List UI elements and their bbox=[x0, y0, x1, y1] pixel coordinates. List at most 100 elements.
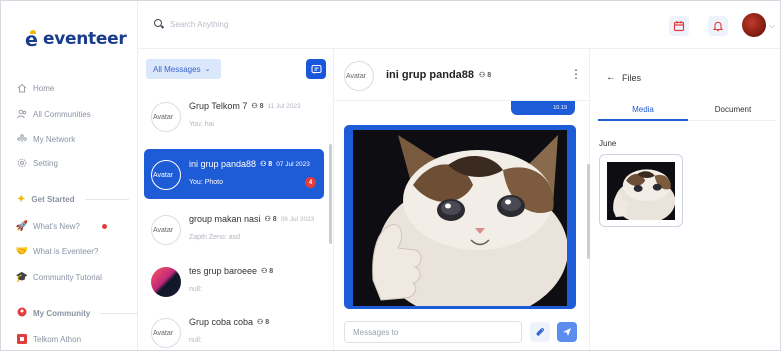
group-name: ini grup panda88 bbox=[386, 69, 475, 81]
chat-title: group makan nasi ⚇ 8 06 Jul 2023 bbox=[189, 214, 314, 224]
sparkle-icon: ✦ bbox=[17, 194, 26, 205]
notification-dot bbox=[101, 223, 107, 229]
chat-name: tes grup baroeee bbox=[189, 266, 258, 276]
search-input[interactable] bbox=[170, 19, 370, 29]
month-label: June bbox=[599, 139, 617, 148]
section-title: My Community bbox=[33, 308, 91, 318]
sidebar-item-community-tutorial[interactable]: 🎓 Community Tutorial bbox=[15, 271, 102, 283]
graduation-cap-icon: 🎓 bbox=[15, 271, 29, 283]
sidebar-item-telkom-athon[interactable]: Telkom Athon bbox=[17, 334, 81, 344]
message-time: 10.19 bbox=[553, 105, 567, 111]
last-message: null: bbox=[189, 286, 202, 293]
cat-photo[interactable] bbox=[353, 130, 567, 306]
chat-list-panel: All Messages ⌄ Avatar Grup Telkom 7 ⚇ 8 … bbox=[138, 49, 334, 350]
people-icon bbox=[17, 109, 27, 119]
sidebar-item-label: Community Tutorial bbox=[33, 272, 102, 282]
active-tab-indicator bbox=[598, 119, 688, 121]
sidebar-item-label: Telkom Athon bbox=[33, 334, 82, 344]
topbar: ⌵ bbox=[138, 1, 780, 49]
sidebar-item-setting[interactable]: Setting bbox=[17, 158, 58, 168]
scrollbar[interactable] bbox=[329, 144, 332, 244]
tab-media[interactable]: Media bbox=[598, 105, 688, 114]
avatar: Avatar bbox=[151, 102, 181, 132]
chat-name: group makan nasi bbox=[189, 214, 261, 224]
member-count: ⚇ 8 bbox=[251, 103, 264, 110]
send-button[interactable] bbox=[557, 322, 577, 342]
message-composer[interactable] bbox=[344, 321, 522, 343]
sidebar-item-what-is-eventeer[interactable]: 🤝 What is Eventeer? bbox=[15, 245, 99, 257]
sidebar-item-label: Setting bbox=[33, 158, 58, 168]
chat-name: Grup coba coba bbox=[189, 317, 254, 327]
get-started-section[interactable]: ✦ Get Started bbox=[17, 194, 129, 205]
gear-icon bbox=[17, 158, 27, 168]
message-bubble: 10.19 bbox=[511, 101, 575, 115]
rocket-icon: 🚀 bbox=[15, 220, 29, 232]
calendar-button[interactable] bbox=[669, 16, 689, 36]
chat-title: Grup Telkom 7 ⚇ 8 11 Jul 2023 bbox=[189, 101, 301, 111]
search-bar[interactable] bbox=[154, 19, 370, 29]
media-thumbnail[interactable] bbox=[599, 154, 683, 227]
sidebar-item-all-communities[interactable]: All Communities bbox=[17, 109, 91, 119]
chevron-down-icon: ⌄ bbox=[204, 66, 211, 73]
chat-title: tes grup baroeee ⚇ 8 bbox=[189, 266, 273, 276]
app-window: e eventeer Home All Communities My Netwo… bbox=[0, 0, 781, 351]
last-message: You: hai bbox=[189, 121, 215, 128]
handshake-icon: 🤝 bbox=[15, 245, 29, 257]
files-panel: ← Files Media Document June bbox=[590, 49, 780, 350]
user-avatar[interactable] bbox=[742, 13, 766, 37]
member-count: ⚇ 8 bbox=[479, 72, 492, 79]
conversation-header: Avatar ini grup panda88 ⚇ 8 ⋮ bbox=[334, 49, 590, 101]
chat-name: Grup Telkom 7 bbox=[189, 101, 248, 111]
member-count: ⚇ 8 bbox=[257, 319, 270, 326]
chat-date: 11 Jul 2023 bbox=[267, 102, 301, 110]
chat-title: Grup coba coba ⚇ 8 bbox=[189, 317, 269, 327]
bell-icon bbox=[712, 21, 724, 32]
photo-message[interactable] bbox=[344, 125, 576, 309]
divider bbox=[84, 199, 129, 200]
message-filter-dropdown[interactable]: All Messages ⌄ bbox=[146, 59, 221, 79]
chat-list-item-active[interactable]: Avatar ini grup panda88 ⚇ 8 07 Jul 2023 … bbox=[144, 149, 324, 199]
avatar[interactable]: Avatar bbox=[344, 61, 374, 91]
chevron-down-icon[interactable]: ⌵ bbox=[769, 21, 775, 31]
last-message: You: Photo bbox=[189, 179, 223, 186]
section-title: Get Started bbox=[31, 195, 75, 204]
notifications-button[interactable] bbox=[708, 16, 728, 36]
sidebar-item-home[interactable]: Home bbox=[17, 83, 54, 93]
sidebar-item-label: All Communities bbox=[33, 109, 91, 119]
avatar: Avatar bbox=[151, 215, 181, 245]
paperclip-icon bbox=[536, 328, 544, 336]
my-community-section[interactable]: My Community bbox=[17, 307, 145, 319]
message-input[interactable] bbox=[353, 327, 513, 337]
chat-name: ini grup panda88 bbox=[189, 159, 257, 169]
avatar: Avatar bbox=[151, 318, 181, 348]
filter-label: All Messages bbox=[153, 64, 201, 74]
last-message: null: bbox=[189, 337, 202, 344]
chat-list-item[interactable]: tes grup baroeee ⚇ 8 null: bbox=[144, 256, 324, 306]
chat-title: ini grup panda88 ⚇ 8 07 Jul 2023 bbox=[189, 159, 310, 169]
chat-list-item[interactable]: Avatar Grup Telkom 7 ⚇ 8 11 Jul 2023 You… bbox=[144, 91, 324, 141]
conversation-panel: Avatar ini grup panda88 ⚇ 8 ⋮ 10.19 bbox=[334, 49, 590, 350]
files-title: Files bbox=[622, 72, 642, 83]
tab-document[interactable]: Document bbox=[688, 105, 778, 114]
logo[interactable]: e eventeer bbox=[25, 29, 127, 50]
logo-text: eventeer bbox=[43, 29, 127, 49]
more-options-icon[interactable]: ⋮ bbox=[570, 68, 582, 80]
member-count: ⚇ 8 bbox=[264, 216, 277, 223]
sidebar-item-label: My Network bbox=[33, 134, 76, 144]
member-count: ⚇ 8 bbox=[260, 161, 273, 168]
sidebar-item-my-network[interactable]: My Network bbox=[17, 134, 75, 144]
chat-list-item[interactable]: Avatar Grup coba coba ⚇ 8 null: bbox=[144, 307, 324, 350]
new-message-button[interactable] bbox=[306, 59, 326, 79]
chat-list-item[interactable]: Avatar group makan nasi ⚇ 8 06 Jul 2023 … bbox=[144, 204, 324, 254]
community-icon bbox=[17, 307, 27, 319]
attach-button[interactable] bbox=[530, 322, 550, 342]
conversation-title[interactable]: ini grup panda88 ⚇ 8 bbox=[386, 69, 491, 81]
sidebar: e eventeer Home All Communities My Netwo… bbox=[1, 1, 145, 350]
chat-date: 06 Jul 2023 bbox=[280, 215, 315, 223]
files-back-button[interactable]: ← Files bbox=[606, 72, 641, 83]
avatar bbox=[151, 267, 181, 297]
sidebar-item-label: What's New? bbox=[33, 221, 80, 231]
sidebar-item-whats-new[interactable]: 🚀 What's New? bbox=[15, 220, 107, 232]
chat-date: 07 Jul 2023 bbox=[276, 160, 310, 168]
home-icon bbox=[17, 83, 27, 93]
